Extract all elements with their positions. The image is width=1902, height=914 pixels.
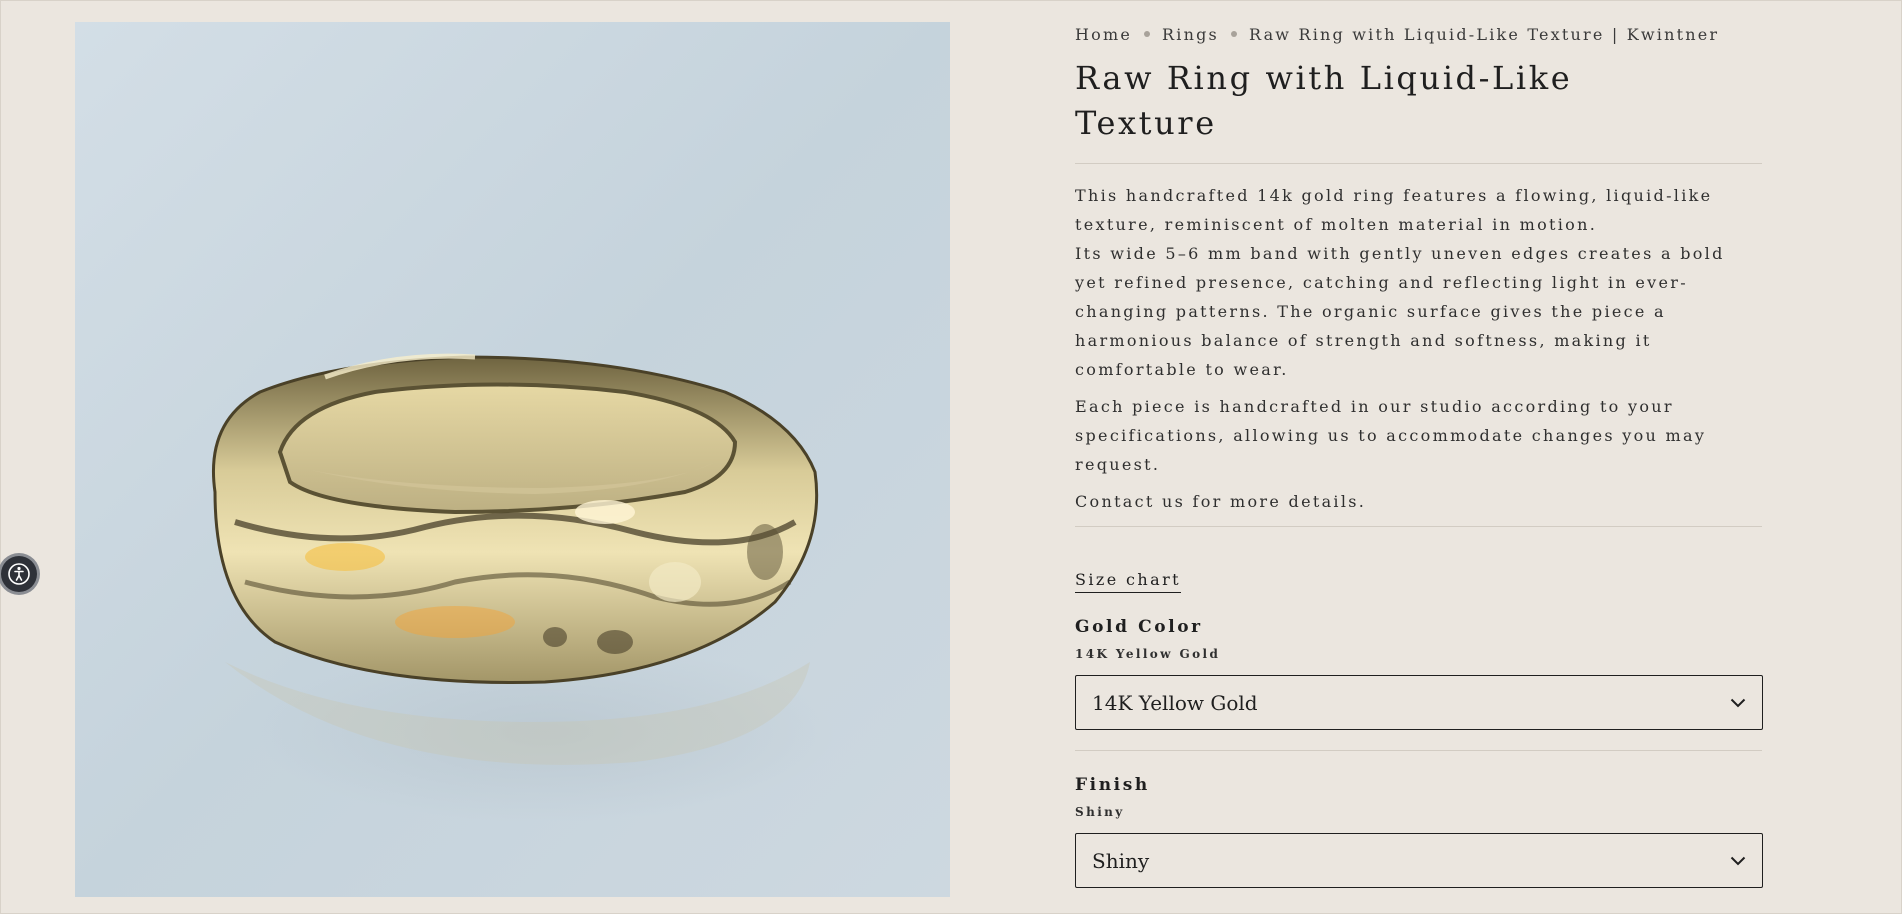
- gold-color-selected: 14K Yellow Gold: [1092, 690, 1258, 715]
- finish-label: Finish: [1075, 775, 1150, 795]
- breadcrumb-separator: [1230, 31, 1237, 37]
- accessibility-button[interactable]: [1, 556, 37, 592]
- breadcrumb-separator: [1144, 31, 1151, 37]
- description-paragraph: Each piece is handcrafted in our studio …: [1075, 397, 1707, 474]
- description-paragraph: Contact us for more details.: [1075, 492, 1367, 511]
- divider: [1075, 526, 1762, 527]
- accessibility-icon: [8, 563, 30, 585]
- finish-current: Shiny: [1075, 805, 1125, 819]
- size-chart-link[interactable]: Size chart: [1075, 570, 1181, 593]
- product-info: Home Rings Raw Ring with Liquid-Like Tex…: [1075, 22, 1763, 888]
- breadcrumb-home[interactable]: Home: [1075, 25, 1132, 44]
- finish-option: Finish Shiny Shiny: [1075, 775, 1763, 888]
- description-paragraph: Its wide 5–6 mm band with gently uneven …: [1075, 244, 1725, 379]
- gold-color-select[interactable]: 14K Yellow Gold: [1075, 675, 1763, 730]
- breadcrumb: Home Rings Raw Ring with Liquid-Like Tex…: [1075, 22, 1762, 46]
- divider: [1075, 163, 1762, 164]
- chevron-down-icon: [1730, 698, 1746, 707]
- finish-selected: Shiny: [1092, 848, 1150, 873]
- divider: [1075, 750, 1762, 751]
- gold-color-current: 14K Yellow Gold: [1075, 647, 1221, 661]
- product-title: Raw Ring with Liquid-Like Texture: [1075, 59, 1573, 142]
- gold-ring-illustration: [75, 22, 950, 897]
- breadcrumb-rings[interactable]: Rings: [1162, 25, 1219, 44]
- description-paragraph: This handcrafted 14k gold ring features …: [1075, 186, 1713, 234]
- gold-color-label: Gold Color: [1075, 617, 1203, 637]
- gold-color-option: Gold Color 14K Yellow Gold 14K Yellow Go…: [1075, 617, 1763, 730]
- product-image[interactable]: [75, 22, 950, 897]
- finish-select[interactable]: Shiny: [1075, 833, 1763, 888]
- product-description: This handcrafted 14k gold ring features …: [1075, 181, 1762, 516]
- breadcrumb-current: Raw Ring with Liquid-Like Texture | Kwin…: [1248, 24, 1720, 44]
- chevron-down-icon: [1730, 856, 1746, 865]
